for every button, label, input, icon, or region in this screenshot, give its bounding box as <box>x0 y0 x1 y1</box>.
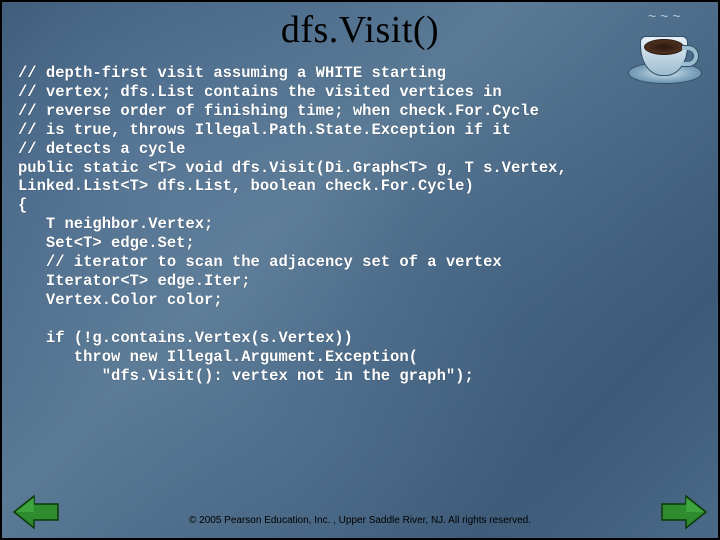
slide: dfs.Visit() ~~~ // depth-first visit ass… <box>0 0 720 540</box>
prev-arrow-icon[interactable] <box>12 492 60 532</box>
cup-handle <box>682 46 698 66</box>
slide-title: dfs.Visit() <box>2 2 718 52</box>
copyright-footer: © 2005 Pearson Education, Inc. , Upper S… <box>2 515 718 526</box>
code-block: // depth-first visit assuming a WHITE st… <box>18 64 702 385</box>
steam-icon: ~~~ <box>648 8 682 26</box>
next-arrow-icon[interactable] <box>660 492 708 532</box>
